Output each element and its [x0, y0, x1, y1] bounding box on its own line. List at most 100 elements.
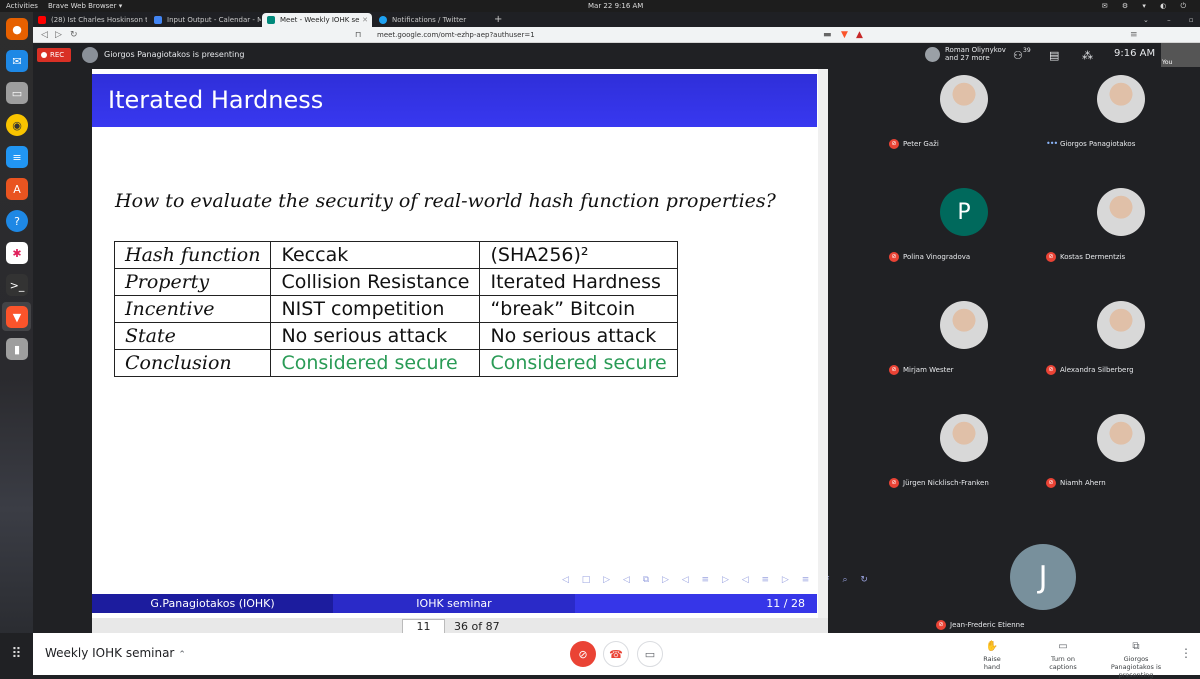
brave-icon[interactable]: ▼ [6, 306, 28, 328]
table-cell: (SHA256)² [479, 241, 678, 269]
usb-drive-icon[interactable]: ▮ [6, 338, 28, 360]
participant-name: Jürgen Nicklisch-Franken [903, 479, 989, 487]
meet-icon [267, 16, 275, 24]
participant-tile[interactable]: ⊘ Mirjam Wester [885, 294, 1043, 407]
speaking-indicator-icon: ••• [1046, 139, 1058, 148]
system-tray-icons[interactable]: ✉ ⚙ ▾ ◐ ⏻ [1102, 0, 1192, 12]
new-tab-button[interactable]: + [488, 13, 508, 27]
participant-tile[interactable]: ⊘ Alexandra Silberberg [1042, 294, 1200, 407]
people-icon[interactable]: ⚇ [1013, 49, 1023, 62]
software-center-icon[interactable]: A [6, 178, 28, 200]
bookmark-icon[interactable]: ⊓ [355, 27, 361, 43]
table-row: State No serious attack No serious attac… [113, 322, 678, 350]
participant-name: Polina Vinogradova [903, 253, 971, 261]
tab-label: Notifications / Twitter [392, 16, 467, 24]
participant-name-row: ⊘ Mirjam Wester [889, 365, 954, 375]
tab-twitter[interactable]: Notifications / Twitter [374, 13, 486, 27]
avatar: J [1010, 544, 1076, 610]
back-icon[interactable]: ◁ [41, 27, 48, 43]
writer-icon[interactable]: ≡ [6, 146, 28, 168]
tab-label: (28) Ist Charles Hoskinson the [51, 16, 147, 24]
table-row: Incentive NIST competition “break” Bitco… [113, 295, 678, 323]
avatar [1097, 414, 1145, 462]
app-menu[interactable]: Brave Web Browser ▾ [48, 0, 122, 12]
presenting-button[interactable]: ⧉ Giorgos Panagiotakos is presenting [1103, 641, 1169, 679]
presentation-viewer[interactable]: Iterated Hardness How to evaluate the se… [92, 69, 868, 618]
slide-title-bar: Iterated Hardness [92, 74, 817, 127]
slide-question: How to evaluate the security of real-wor… [115, 190, 776, 212]
reload-icon[interactable]: ↻ [70, 27, 78, 43]
avatar [925, 47, 940, 62]
participant-tile[interactable]: ⊘ Peter Gaži [885, 68, 1043, 181]
presenting-label: Giorgos Panagiotakos is presenting [1110, 655, 1162, 679]
table-row: Property Collision Resistance Iterated H… [113, 268, 678, 296]
meeting-title: Weekly IOHK seminar [45, 646, 175, 660]
presenting-text: Giorgos Panagiotakos is presenting [104, 50, 245, 59]
brave-shields-icon[interactable]: ▼ [841, 27, 848, 43]
self-view[interactable]: You [1161, 43, 1200, 67]
participant-name: Jean-Frederic Etienne [950, 621, 1025, 629]
participant-name: Niamh Ahern [1060, 479, 1106, 487]
participant-tile[interactable]: ⊘ Kostas Dermentzis [1042, 181, 1200, 294]
show-applications-icon[interactable]: ⠿ [0, 633, 33, 675]
tab-youtube[interactable]: (28) Ist Charles Hoskinson the [33, 13, 147, 27]
firefox-icon[interactable]: ● [6, 18, 28, 40]
window-controls[interactable]: ⌄ – ▫ ⊗ [1143, 13, 1198, 27]
more-options-icon[interactable]: ⋮ [1180, 646, 1192, 660]
twitter-icon [379, 16, 387, 24]
microphone-toggle-button[interactable]: ⊘ [570, 641, 596, 667]
rhythmbox-icon[interactable]: ◉ [6, 114, 28, 136]
table-cell: State [113, 322, 272, 350]
table-cell: Property [113, 268, 272, 296]
participant-name-row: ••• Giorgos Panagiotakos [1046, 139, 1135, 149]
avatar [940, 75, 988, 123]
participant-tile-large[interactable]: J ⊘ Jean-Frederic Etienne [932, 520, 1155, 633]
chat-icon[interactable]: ▤ [1049, 49, 1059, 62]
participant-count: 39 [1023, 47, 1031, 54]
hand-icon: ✋ [985, 641, 999, 652]
presenting-banner: Giorgos Panagiotakos is presenting [82, 47, 245, 63]
help-icon[interactable]: ? [6, 210, 28, 232]
participant-tile[interactable]: ⊘ Jürgen Nicklisch-Franken [885, 407, 1043, 520]
viewer-scrollbar[interactable] [818, 69, 828, 618]
raise-hand-button[interactable]: ✋ Raise hand [975, 641, 1009, 671]
leave-call-button[interactable]: ☎ [603, 641, 629, 667]
files-icon[interactable]: ▭ [6, 82, 28, 104]
participant-name-row: ⊘ Niamh Ahern [1046, 478, 1106, 488]
mic-off-icon: ⊘ [578, 647, 588, 661]
browser-menu-icon[interactable]: ≡ [1130, 27, 1138, 43]
meeting-details-button[interactable]: Weekly IOHK seminar ⌃ [45, 646, 186, 660]
participant-name-row: ⊘ Alexandra Silberberg [1046, 365, 1134, 375]
thunderbird-icon[interactable]: ✉ [6, 50, 28, 72]
avatar [1097, 75, 1145, 123]
phone-hangup-icon: ☎ [609, 647, 623, 661]
camera-permission-icon[interactable]: ▬ [823, 27, 832, 43]
participant-tile[interactable]: P ⊘ Polina Vinogradova [885, 181, 1043, 294]
terminal-icon[interactable]: >_ [6, 274, 28, 296]
system-clock[interactable]: Mar 22 9:16 AM [588, 0, 643, 12]
table-cell: Keccak [270, 241, 481, 269]
forward-icon[interactable]: ▷ [55, 27, 62, 43]
table-cell: No serious attack [270, 322, 481, 350]
close-tab-icon[interactable]: ✕ [362, 13, 368, 27]
tab-meet[interactable]: Meet - Weekly IOHK se ✕ [262, 13, 372, 27]
url-field[interactable]: meet.google.com/omt-ezhp-aep?authuser=1 [377, 29, 535, 41]
participant-tile[interactable]: ••• Giorgos Panagiotakos [1042, 68, 1200, 181]
captions-label: Turn on captions [1049, 655, 1077, 671]
tab-calendar[interactable]: Input Output - Calendar - Mo [149, 13, 261, 27]
captions-icon: ▭ [1058, 641, 1068, 652]
mic-off-icon: ⊘ [889, 252, 899, 262]
camera-toggle-button[interactable]: ▭ [637, 641, 663, 667]
activities-icon[interactable]: ⁂ [1082, 49, 1093, 62]
participant-tile[interactable]: ⊘ Niamh Ahern [1042, 407, 1200, 520]
table-cell: Collision Resistance [270, 268, 481, 296]
brave-rewards-icon[interactable]: ▲ [856, 27, 863, 43]
presenter-avatar [82, 47, 98, 63]
avatar [940, 414, 988, 462]
captions-button[interactable]: ▭ Turn on captions [1037, 641, 1089, 671]
activities-button[interactable]: Activities [6, 0, 38, 12]
calendar-icon [154, 16, 162, 24]
slack-icon[interactable]: ✱ [6, 242, 28, 264]
participant-name-row: ⊘ Jürgen Nicklisch-Franken [889, 478, 989, 488]
participant-name: Mirjam Wester [903, 366, 954, 374]
